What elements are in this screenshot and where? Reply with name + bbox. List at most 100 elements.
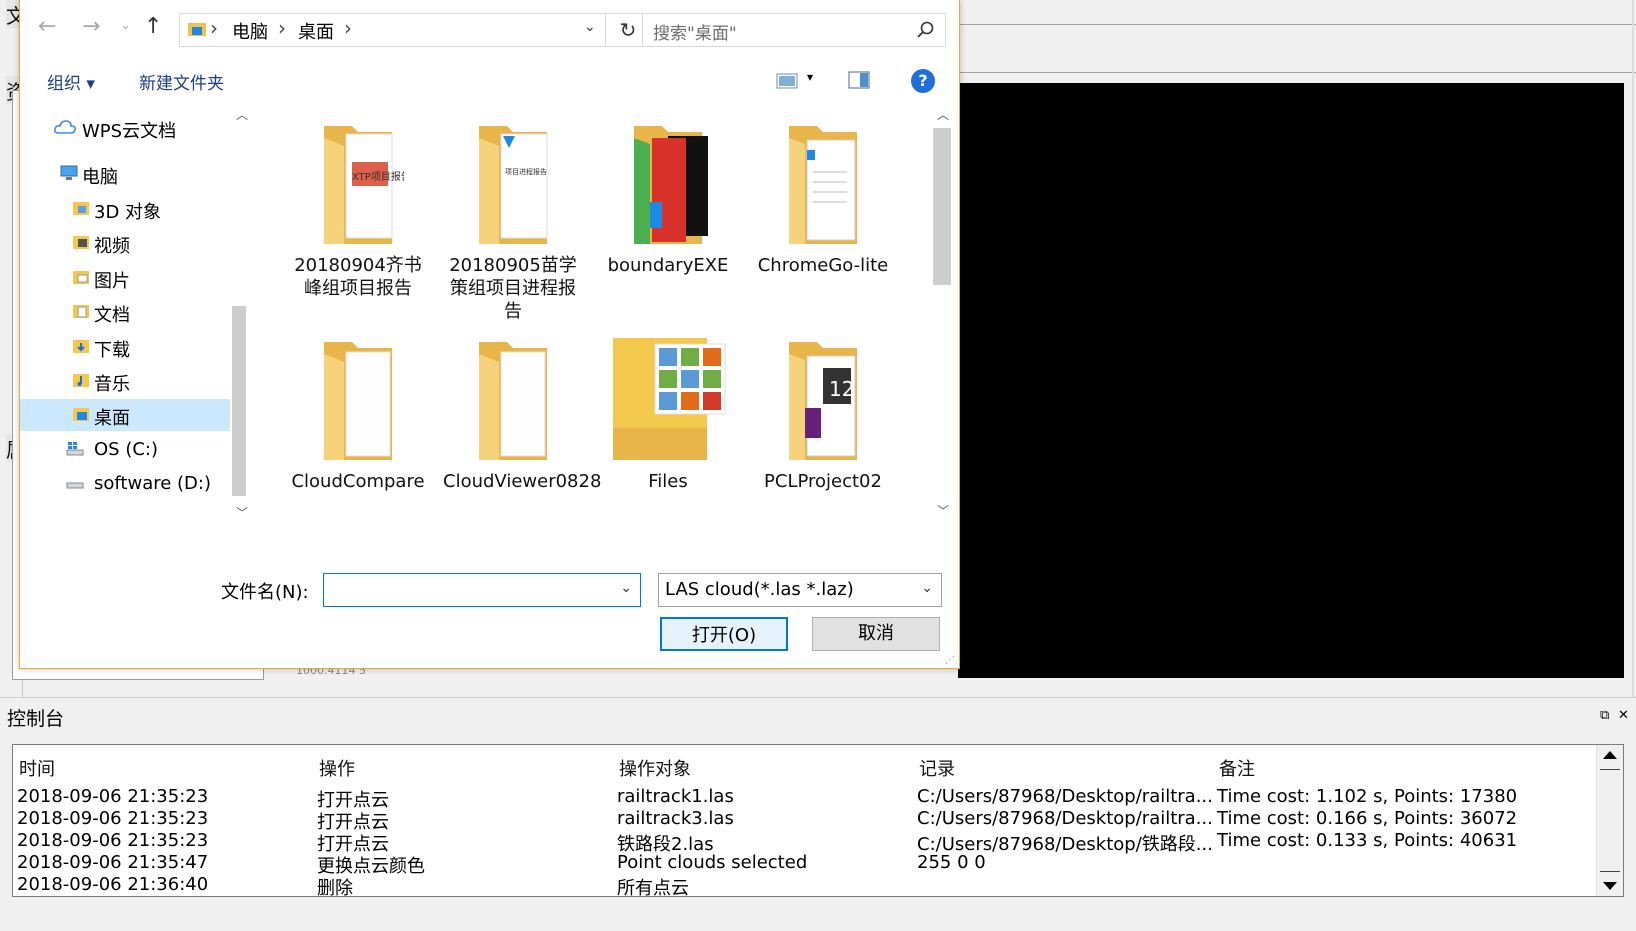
toolbar-divider (960, 72, 1636, 73)
forward-arrow-icon[interactable]: → (82, 14, 100, 39)
breadcrumb-separator[interactable]: › (344, 16, 352, 40)
tree-item-pictures[interactable]: 图片 (20, 262, 230, 294)
column-header-time[interactable]: 时间 (19, 755, 55, 781)
3d-viewport[interactable] (958, 83, 1624, 678)
tree-item-documents[interactable]: 文档 (20, 296, 230, 328)
tree-scrollbar[interactable]: ︿ ﹀ (230, 106, 252, 542)
desktop-folder-icon (188, 23, 206, 36)
file-item[interactable]: Files (598, 338, 738, 493)
recent-dropdown-icon[interactable]: ⌄ (120, 18, 131, 33)
file-item[interactable]: ChromeGo-lite (753, 122, 893, 277)
filename-input[interactable]: ⌄ (323, 573, 641, 607)
folder-downloads-icon (73, 340, 89, 353)
tree-item-label: 下载 (94, 340, 130, 361)
scroll-down-icon[interactable]: ﹀ (236, 504, 248, 521)
tree-item-videos[interactable]: 视频 (20, 227, 230, 259)
breadcrumb-separator[interactable]: › (210, 16, 218, 40)
scroll-down-icon[interactable]: ﹀ (937, 502, 949, 519)
cell-time: 2018-09-06 21:36:40 (17, 874, 209, 895)
folder-icon (324, 342, 392, 460)
scroll-down-icon[interactable] (1603, 882, 1617, 890)
window-edge (1632, 0, 1634, 700)
tree-item-3d-objects[interactable]: 3D 对象 (20, 193, 230, 225)
float-icon[interactable]: ⧉ (1600, 708, 1609, 723)
svg-text:XTP项目报告: XTP项目报告 (352, 170, 404, 183)
folder-documents-icon (73, 305, 89, 318)
tree-item-drive-d[interactable]: software (D:) (20, 468, 230, 500)
scroll-up-icon[interactable]: ︿ (236, 106, 248, 123)
scroll-up-icon[interactable]: ︿ (937, 106, 949, 123)
new-folder-button[interactable]: 新建文件夹 (139, 69, 224, 94)
cell-note: Time cost: 1.102 s, Points: 17380 (1217, 786, 1518, 807)
preview-pane-icon[interactable] (848, 71, 870, 89)
search-placeholder: 搜索"桌面" (653, 24, 737, 44)
cell-target: 所有点云 (617, 878, 689, 897)
tree-item-desktop[interactable]: 桌面 (20, 399, 230, 431)
tree-item-downloads[interactable]: 下载 (20, 331, 230, 363)
cell-time: 2018-09-06 21:35:23 (17, 830, 209, 851)
breadcrumb-separator[interactable]: › (278, 16, 286, 40)
file-item[interactable]: 项目进程报告 20180905苗学策组项目进程报告 (443, 122, 583, 323)
view-options-icon[interactable] (776, 72, 800, 90)
folder-desktop-icon (73, 408, 89, 421)
cloud-icon (54, 120, 76, 134)
organize-button[interactable]: 组织 ▾ (47, 69, 95, 94)
menu-divider (960, 24, 1636, 25)
tree-item-computer[interactable]: 电脑 (20, 158, 230, 190)
chevron-down-icon[interactable]: ⌄ (620, 580, 632, 596)
console-title: 控制台 (7, 708, 65, 730)
cell-time: 2018-09-06 21:35:23 (17, 808, 209, 829)
column-header-note[interactable]: 备注 (1219, 755, 1255, 781)
folder-vs-icon: 12 (789, 342, 857, 460)
open-button[interactable]: 打开(O) (660, 617, 788, 651)
tree-item-music[interactable]: 音乐 (20, 365, 230, 397)
tree-item-label: 桌面 (94, 408, 130, 429)
column-header-target[interactable]: 操作对象 (619, 755, 691, 781)
console-scrollbar[interactable] (1596, 745, 1623, 896)
file-item[interactable]: CloudCompare (288, 338, 428, 493)
chevron-down-icon[interactable]: ⌄ (921, 580, 933, 596)
folder-doc-icon (789, 126, 857, 244)
tree-scroll-thumb[interactable] (232, 306, 246, 496)
cell-target: railtrack1.las (617, 786, 734, 807)
computer-icon (60, 165, 78, 180)
cell-time: 2018-09-06 21:35:47 (17, 852, 209, 873)
file-grid-scrollbar[interactable]: ︿ ﹀ (931, 108, 953, 538)
cancel-button[interactable]: 取消 (812, 617, 940, 651)
close-icon[interactable]: ✕ (1618, 708, 1629, 723)
file-grid-scroll-thumb[interactable] (933, 128, 951, 285)
help-icon[interactable]: ? (911, 69, 935, 93)
breadcrumb-computer[interactable]: 电脑 (232, 18, 268, 44)
file-item[interactable]: CloudViewer0828 (443, 338, 602, 493)
file-item[interactable]: boundaryEXE (598, 122, 738, 277)
column-header-record[interactable]: 记录 (919, 755, 955, 781)
back-arrow-icon[interactable]: ← (38, 14, 56, 39)
view-dropdown-icon[interactable]: ▾ (807, 70, 813, 84)
file-name: 20180904齐书峰组项目报告 (294, 255, 422, 299)
chevron-down-icon[interactable]: ⌄ (584, 19, 596, 35)
scroll-divider (1600, 769, 1620, 770)
search-icon[interactable] (917, 21, 935, 39)
search-box[interactable]: 搜索"桌面" (642, 13, 946, 47)
file-name: CloudViewer0828 (443, 471, 602, 492)
cell-target: Point clouds selected (617, 852, 808, 873)
file-item[interactable]: 12 PCLProject02 (753, 338, 893, 493)
cell-operation: 删除 (317, 878, 353, 897)
tree-item-drive-c[interactable]: OS (C:) (20, 434, 230, 466)
up-arrow-icon[interactable]: ↑ (144, 14, 162, 39)
tree-item-label: 音乐 (94, 374, 130, 395)
tree-item-label: WPS云文档 (82, 121, 177, 142)
file-item[interactable]: XTP项目报告 20180904齐书峰组项目报告 (288, 122, 428, 300)
breadcrumb-desktop[interactable]: 桌面 (298, 18, 334, 44)
tree-item-wps-cloud[interactable]: WPS云文档 (20, 112, 230, 144)
address-bar[interactable]: › 电脑 › 桌面 › ⌄ ↻ (179, 13, 651, 47)
cell-time: 2018-09-06 21:35:23 (17, 786, 209, 807)
folder-pictures-icon (73, 271, 89, 284)
resize-grip-icon[interactable]: ⋰ (945, 655, 955, 666)
file-type-select[interactable]: LAS cloud(*.las *.laz) ⌄ (658, 573, 942, 607)
scroll-up-icon[interactable] (1603, 751, 1617, 759)
folder-images-icon (613, 338, 726, 460)
file-name: Files (648, 471, 688, 492)
cell-record: C:/Users/87968/Desktop/railtra... (917, 808, 1213, 829)
column-header-operation[interactable]: 操作 (319, 755, 355, 781)
